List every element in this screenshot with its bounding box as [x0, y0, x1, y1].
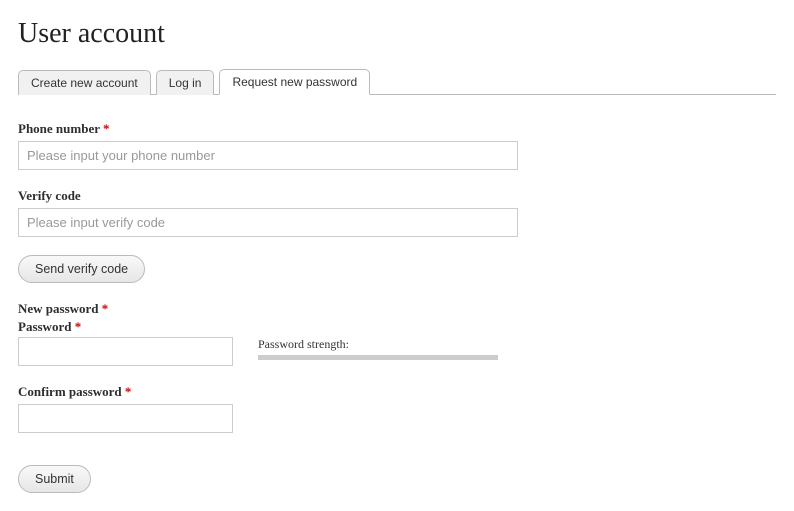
new-password-text: New password	[18, 301, 99, 316]
submit-row: Submit	[18, 465, 776, 493]
password-input[interactable]	[18, 337, 233, 366]
confirm-password-input[interactable]	[18, 404, 233, 433]
verify-row: Verify code	[18, 188, 776, 237]
password-strength-wrap: Password strength:	[258, 337, 498, 360]
tab-request-password[interactable]: Request new password	[219, 69, 370, 95]
page-title: User account	[18, 18, 776, 50]
password-strength-bar	[258, 355, 498, 360]
new-password-section: New password * Password * Password stren…	[18, 301, 776, 366]
submit-button[interactable]: Submit	[18, 465, 91, 493]
password-input-row: Password strength:	[18, 337, 776, 366]
tab-create-account[interactable]: Create new account	[18, 70, 151, 95]
password-sub-text: Password	[18, 319, 71, 334]
required-marker: *	[125, 384, 132, 399]
phone-row: Phone number *	[18, 121, 776, 170]
required-marker: *	[103, 121, 110, 136]
send-verify-code-button[interactable]: Send verify code	[18, 255, 145, 283]
send-code-row: Send verify code	[18, 255, 776, 283]
required-marker: *	[102, 301, 109, 316]
phone-label-text: Phone number	[18, 121, 100, 136]
password-sub-label: Password *	[18, 319, 776, 335]
verify-input[interactable]	[18, 208, 518, 237]
required-marker: *	[75, 319, 82, 334]
confirm-label-text: Confirm password	[18, 384, 122, 399]
confirm-row: Confirm password *	[18, 384, 776, 433]
password-strength-label: Password strength:	[258, 337, 498, 352]
phone-input[interactable]	[18, 141, 518, 170]
new-password-label: New password *	[18, 301, 776, 317]
phone-label: Phone number *	[18, 121, 776, 137]
tabs-bar: Create new account Log in Request new pa…	[18, 68, 776, 95]
tab-log-in[interactable]: Log in	[156, 70, 215, 95]
confirm-label: Confirm password *	[18, 384, 776, 400]
verify-label: Verify code	[18, 188, 776, 204]
